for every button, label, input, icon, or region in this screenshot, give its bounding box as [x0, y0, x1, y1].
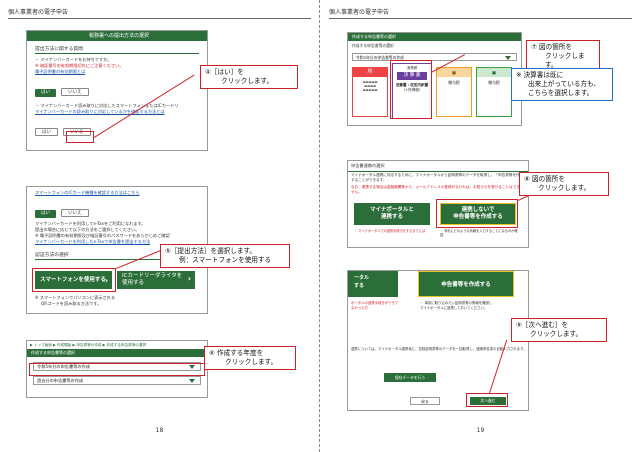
tile-label: 贈与税: [448, 80, 460, 85]
callout-text: ⑤［提出方法］を選択します。: [165, 247, 256, 255]
portal-link-button[interactable]: マイナポータルと 連携する: [354, 203, 430, 225]
dropdown-past-years[interactable]: 過去分の申告書等の作成: [33, 376, 201, 385]
right-page: 個人事業者の電子申告 作成する申告書等の選択 作成する申告書等の選択 令和5年分…: [321, 0, 640, 452]
page-header: 個人事業者の電子申告: [8, 9, 69, 16]
highlight-no-link: [436, 199, 518, 228]
note-text: ※ 決算書は既に: [516, 71, 564, 79]
callout-text: ⑦ 図の箇所を: [531, 43, 572, 51]
note-text: ・ マイナポータルでの連携手続きをするまでには: [354, 229, 426, 233]
sub-heading: 作成する申告書等の選択: [352, 43, 394, 48]
left-page: 個人事業者の電子申告 税務署への提出方法の選択 提出方法に関する質問 ・ マイナ…: [0, 0, 319, 452]
tile-label: 所: [353, 68, 387, 77]
note-text: ・ 事前に取り込みたい証明書等の情報を確認し マイナポータルに連携しておいてくだ…: [420, 301, 520, 311]
ic-reader-button[interactable]: ICカードリーダライタを 使用する ›: [117, 271, 195, 289]
callout-6: ⑥ 作成する年度を クリックします。: [204, 346, 296, 370]
screen-heading: 申告書連携の選択: [348, 161, 528, 172]
note-text: ・ 事前にどのような情報を入力することになるのか確認: [440, 229, 518, 237]
button-label: 連携する: [380, 214, 403, 220]
form-tile-gift[interactable]: ■ 贈与税: [436, 67, 472, 117]
create-without-link-button[interactable]: 申告書等を作成する: [418, 271, 514, 297]
callout-text: ⑥ 作成する年度を: [209, 349, 264, 357]
callout-text: クリックします。: [225, 358, 278, 366]
note-box: ※ 決算書は既に 出来上がっている方も、 こちらを選択します。: [511, 68, 613, 101]
screen-title-bar: 作成する申告書等の選択: [27, 349, 207, 357]
yes-button[interactable]: はい: [35, 89, 56, 97]
button-label: 使用する: [122, 280, 145, 286]
callout-9: ⑨［次へ進む］を クリックします。: [511, 318, 607, 342]
tile-label: 贈与税: [488, 80, 500, 85]
page-number: 18: [155, 427, 164, 434]
screen-title-bar: 税務署への提出方法の選択: [27, 31, 207, 41]
callout-4: ④［はい］を クリックします。: [200, 65, 298, 89]
screenshot-submission-method: 税務署への提出方法の選択 提出方法に関する質問 ・ マイナンバーカードをお持ちで…: [26, 30, 208, 151]
button-label: ータル: [354, 275, 370, 281]
callout-text: クリックします。: [538, 184, 591, 192]
warning-text: なお、連携する場合は金融機関等から、メールアドレスの登録がなければ、お知らせを受…: [351, 185, 524, 194]
chevron-down-icon: [189, 379, 195, 383]
breadcrumb: ▶ トップ画面 ▶ 作成開始 ▶ 申告書等の作成 ▶ 作成する申告書等の選択: [30, 343, 147, 347]
note-text: ポータルの連携手続きができて なかった方: [351, 301, 411, 311]
callout-text: クリックします。: [530, 330, 583, 338]
callout-text: ④［はい］を: [205, 68, 244, 76]
highlight-next: [466, 393, 508, 407]
header-rule: [8, 18, 311, 19]
button-label: ICカードリーダライタを: [122, 273, 183, 279]
help-link[interactable]: マイナンバーカードの読み取りに対応しているかを確認する方法とは: [35, 109, 199, 115]
callout-text: 例：スマートフォンを使用する: [179, 256, 272, 264]
note-text: 出来上がっている方も、: [528, 80, 601, 88]
portal-button-fragment[interactable]: ータル する: [348, 271, 398, 297]
highlight-yes: [66, 131, 94, 143]
page-number: 19: [476, 427, 485, 434]
help-link[interactable]: 電子証明書の有効期限とは: [35, 69, 199, 75]
callout-8: ⑧ 図の箇所を クリックします。: [519, 172, 609, 196]
callout-5: ⑤［提出方法］を選択します。 例：スマートフォンを使用する: [160, 244, 290, 268]
info-text: 連携については、マイナポータル連携後に、控除証明書等のデータを一括取得し、連絡申…: [351, 347, 527, 351]
note-line: マイナポータルに連携しておいてください。: [420, 306, 488, 310]
screen-title-bar: 作成する申告書等の選択: [348, 33, 521, 41]
callout-text: ⑨［次へ進む］を: [516, 321, 569, 329]
chevron-down-icon: [505, 56, 511, 60]
section-heading: 提出方法に関する質問: [35, 47, 199, 54]
tile-text: ▬▬▬▬▬ ▬▬▬▬ ▬▬▬▬▬: [362, 80, 378, 92]
highlight-smartphone: [32, 268, 116, 292]
tile-icon: ■: [437, 68, 471, 77]
note-text: QRコードを読み取る方法です。: [41, 301, 102, 306]
form-tile-income[interactable]: 所 ▬▬▬▬▬ ▬▬▬▬ ▬▬▬▬▬: [352, 67, 388, 117]
screenshot-form-select: 作成する申告書等の選択 作成する申告書等の選択 令和5年分の申告書等の作成 所 …: [347, 32, 522, 126]
note-text: こちらを選択します。: [528, 89, 594, 97]
saved-data-button[interactable]: 保存データを行う: [384, 373, 436, 382]
info-text: マイナポータル連携に対応するために、マイナポータルから証明書等のデータを取得し、…: [351, 173, 524, 182]
no-button[interactable]: いいえ: [61, 209, 89, 217]
highlight-year: [29, 363, 205, 376]
highlight-statement: [390, 60, 432, 119]
callout-text: クリックします。: [221, 77, 274, 85]
button-label: する: [354, 283, 365, 289]
button-label: マイナポータルと: [370, 207, 414, 213]
tile-icon: ■: [477, 68, 511, 77]
no-button[interactable]: いいえ: [61, 88, 89, 96]
yes-button[interactable]: はい: [35, 210, 56, 218]
note-line: なかった方: [351, 306, 368, 310]
screenshot-next-step: ータル する 申告書等を作成する ポータルの連携手続きができて なかった方 ・ …: [347, 270, 529, 411]
yes-button[interactable]: はい: [35, 128, 58, 136]
year-select[interactable]: 令和5年分の申告書等の作成: [352, 53, 517, 61]
callout-text: ⑧ 図の箇所を: [524, 175, 565, 183]
back-button[interactable]: 戻る: [410, 397, 440, 405]
form-tile-blue[interactable]: ■ 贈与税: [476, 67, 512, 117]
chevron-right-icon: ›: [187, 274, 191, 283]
page-header: 個人事業者の電子申告: [329, 9, 390, 16]
header-rule: [329, 18, 632, 19]
dropdown-label: 過去分の申告書等の作成: [37, 378, 84, 383]
help-link[interactable]: スマートフォンのICカード機種を確認する方法はこちら: [35, 190, 199, 196]
